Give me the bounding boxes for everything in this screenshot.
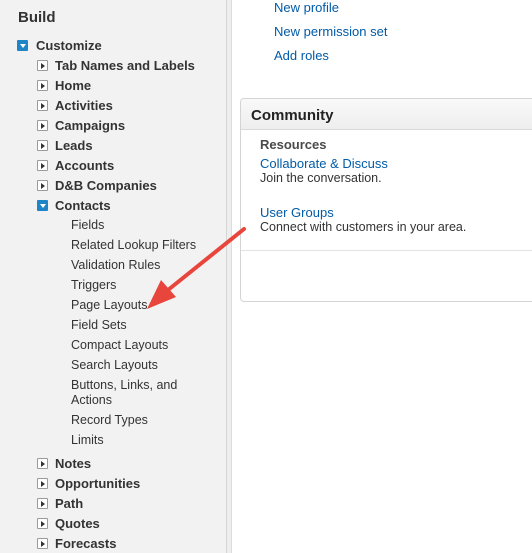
expand-toggle-icon[interactable] xyxy=(37,59,48,71)
sidebar-item-opportunities[interactable]: Opportunities xyxy=(37,474,140,492)
expand-toggle-icon[interactable] xyxy=(37,159,48,171)
expand-toggle-icon[interactable] xyxy=(37,457,48,469)
sidebar-item-label: Tab Names and Labels xyxy=(55,57,195,73)
sidebar-item-label: Leads xyxy=(55,137,93,153)
sidebar-item-path[interactable]: Path xyxy=(37,494,83,512)
resources-heading: Resources xyxy=(260,137,327,152)
expand-toggle-icon[interactable] xyxy=(37,119,48,131)
user-groups-description: Connect with customers in your area. xyxy=(260,220,467,234)
new-profile-link[interactable]: New profile xyxy=(274,0,339,15)
sidebar-resize-handle[interactable] xyxy=(227,0,232,553)
expand-toggle-icon[interactable] xyxy=(37,477,48,489)
collaborate-discuss-link[interactable]: Collaborate & Discuss xyxy=(260,156,388,171)
sidebar-item-label: Accounts xyxy=(55,157,115,173)
sidebar-item-label: D&B Companies xyxy=(55,177,157,193)
sidebar-item-tab-names-and-labels[interactable]: Tab Names and Labels xyxy=(37,56,195,74)
sidebar-link-limits[interactable]: Limits xyxy=(71,433,201,448)
collapse-toggle-icon[interactable] xyxy=(17,39,28,51)
sidebar-item-label: Opportunities xyxy=(55,475,141,491)
panel-divider xyxy=(241,250,532,251)
sidebar-item-forecasts[interactable]: Forecasts xyxy=(37,534,116,552)
sidebar-item-dnb-companies[interactable]: D&B Companies xyxy=(37,176,157,194)
sidebar-item-label: Campaigns xyxy=(55,117,126,133)
sidebar-item-label: Home xyxy=(55,77,92,93)
sidebar-item-label: Activities xyxy=(55,97,113,113)
sidebar-link-search-layouts[interactable]: Search Layouts xyxy=(71,358,201,373)
sidebar-link-buttons-links-actions[interactable]: Buttons, Links, and Actions xyxy=(71,378,183,408)
sidebar-link-record-types[interactable]: Record Types xyxy=(71,413,201,428)
expand-toggle-icon[interactable] xyxy=(37,497,48,509)
collaborate-discuss-description: Join the conversation. xyxy=(260,171,382,185)
sidebar-link-page-layouts[interactable]: Page Layouts xyxy=(71,298,201,313)
add-roles-link[interactable]: Add roles xyxy=(274,48,329,63)
sidebar-item-leads[interactable]: Leads xyxy=(37,136,93,154)
sidebar-item-customize[interactable]: Customize xyxy=(17,36,102,54)
build-section-title: Build xyxy=(18,9,56,26)
sidebar-item-label: Customize xyxy=(36,37,102,53)
sidebar-item-label: Notes xyxy=(55,455,92,471)
sidebar-link-triggers[interactable]: Triggers xyxy=(71,278,201,293)
sidebar-item-label: Forecasts xyxy=(55,535,117,551)
new-permission-set-link[interactable]: New permission set xyxy=(274,24,387,39)
sidebar-item-label: Contacts xyxy=(55,197,111,213)
sidebar-link-fields[interactable]: Fields xyxy=(71,218,201,233)
collapse-toggle-icon[interactable] xyxy=(37,199,48,211)
community-panel-header: Community xyxy=(241,99,532,130)
sidebar-link-validation-rules[interactable]: Validation Rules xyxy=(71,258,201,273)
sidebar-item-home[interactable]: Home xyxy=(37,76,91,94)
community-panel: Community Resources Collaborate & Discus… xyxy=(240,98,532,302)
expand-toggle-icon[interactable] xyxy=(37,99,48,111)
user-groups-link[interactable]: User Groups xyxy=(260,205,334,220)
sidebar-item-accounts[interactable]: Accounts xyxy=(37,156,114,174)
sidebar-item-activities[interactable]: Activities xyxy=(37,96,113,114)
expand-toggle-icon[interactable] xyxy=(37,179,48,191)
expand-toggle-icon[interactable] xyxy=(37,79,48,91)
sidebar-link-field-sets[interactable]: Field Sets xyxy=(71,318,201,333)
community-title: Community xyxy=(251,107,334,124)
setup-sidebar: Build Customize Tab Names and Labels Hom… xyxy=(0,0,227,553)
expand-toggle-icon[interactable] xyxy=(37,517,48,529)
sidebar-item-contacts[interactable]: Contacts xyxy=(37,196,111,214)
sidebar-item-quotes[interactable]: Quotes xyxy=(37,514,100,532)
sidebar-link-compact-layouts[interactable]: Compact Layouts xyxy=(71,338,201,353)
expand-toggle-icon[interactable] xyxy=(37,139,48,151)
sidebar-item-label: Path xyxy=(55,495,84,511)
sidebar-item-label: Quotes xyxy=(55,515,100,531)
sidebar-item-notes[interactable]: Notes xyxy=(37,454,91,472)
expand-toggle-icon[interactable] xyxy=(37,537,48,549)
sidebar-link-related-lookup-filters[interactable]: Related Lookup Filters xyxy=(71,238,201,253)
sidebar-item-campaigns[interactable]: Campaigns xyxy=(37,116,125,134)
